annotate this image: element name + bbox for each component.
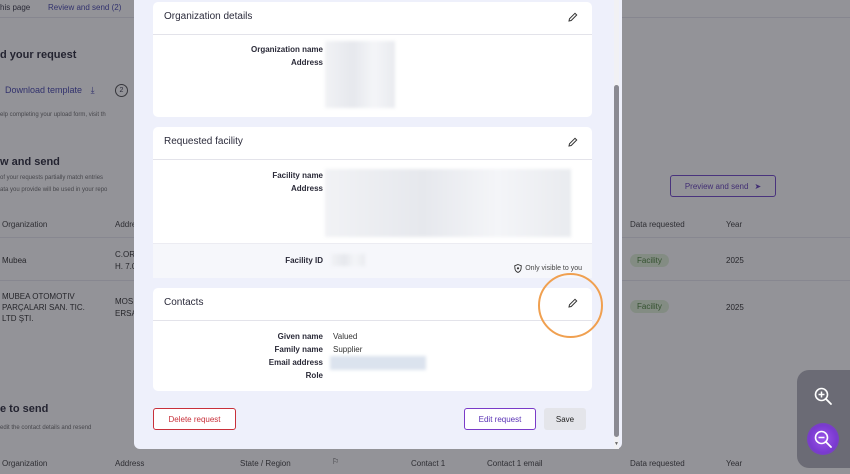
card-header: Requested facility — [153, 127, 592, 160]
given-name-label: Given name — [277, 332, 323, 341]
family-name-value: Supplier — [333, 345, 363, 354]
redacted-organization-info — [325, 41, 395, 108]
visibility-note-text: Only visible to you — [525, 265, 582, 272]
zoom-in-icon — [814, 387, 832, 405]
given-name-value: Valued — [333, 332, 358, 341]
edit-request-button[interactable]: Edit request — [464, 408, 536, 430]
requested-facility-card: Requested facility Facility name Address… — [153, 127, 592, 278]
request-details-modal: Organization details Organization name A… — [134, 0, 622, 449]
role-label: Role — [305, 371, 323, 380]
shield-icon — [514, 264, 522, 273]
redacted-facility-info — [325, 169, 571, 237]
click-highlight — [538, 273, 603, 338]
organization-details-card: Organization details Organization name A… — [153, 2, 592, 117]
card-title: Contacts — [164, 297, 204, 308]
zoom-out-button[interactable] — [807, 423, 839, 455]
zoom-in-button[interactable] — [807, 380, 839, 412]
visibility-note: Only visible to you — [514, 264, 582, 273]
contacts-card: Contacts Given name Valued Family name S… — [153, 288, 592, 391]
delete-request-button[interactable]: Delete request — [153, 408, 236, 430]
scroll-down-icon[interactable]: ▼ — [614, 441, 619, 447]
scrollbar-thumb[interactable] — [614, 85, 619, 437]
organization-name-label: Organization name — [250, 45, 323, 54]
redacted-email — [330, 356, 426, 370]
facility-name-label: Facility name — [272, 171, 323, 180]
facility-id-row: Facility ID Only visible to you — [153, 243, 592, 278]
email-address-label: Email address — [268, 358, 323, 367]
save-button[interactable]: Save — [544, 408, 586, 430]
redacted-facility-id — [331, 254, 365, 266]
card-title: Organization details — [164, 11, 253, 22]
card-title: Requested facility — [164, 136, 243, 147]
facility-address-label: Address — [290, 184, 323, 193]
family-name-label: Family name — [274, 345, 323, 354]
card-header: Contacts — [153, 288, 592, 321]
modal-scrollbar[interactable]: ▼ — [612, 0, 620, 449]
organization-address-label: Address — [290, 58, 323, 67]
card-header: Organization details — [153, 2, 592, 35]
facility-id-label: Facility ID — [285, 256, 323, 265]
pencil-icon[interactable] — [567, 136, 579, 148]
pencil-icon[interactable] — [567, 11, 579, 23]
zoom-out-icon — [814, 430, 832, 448]
